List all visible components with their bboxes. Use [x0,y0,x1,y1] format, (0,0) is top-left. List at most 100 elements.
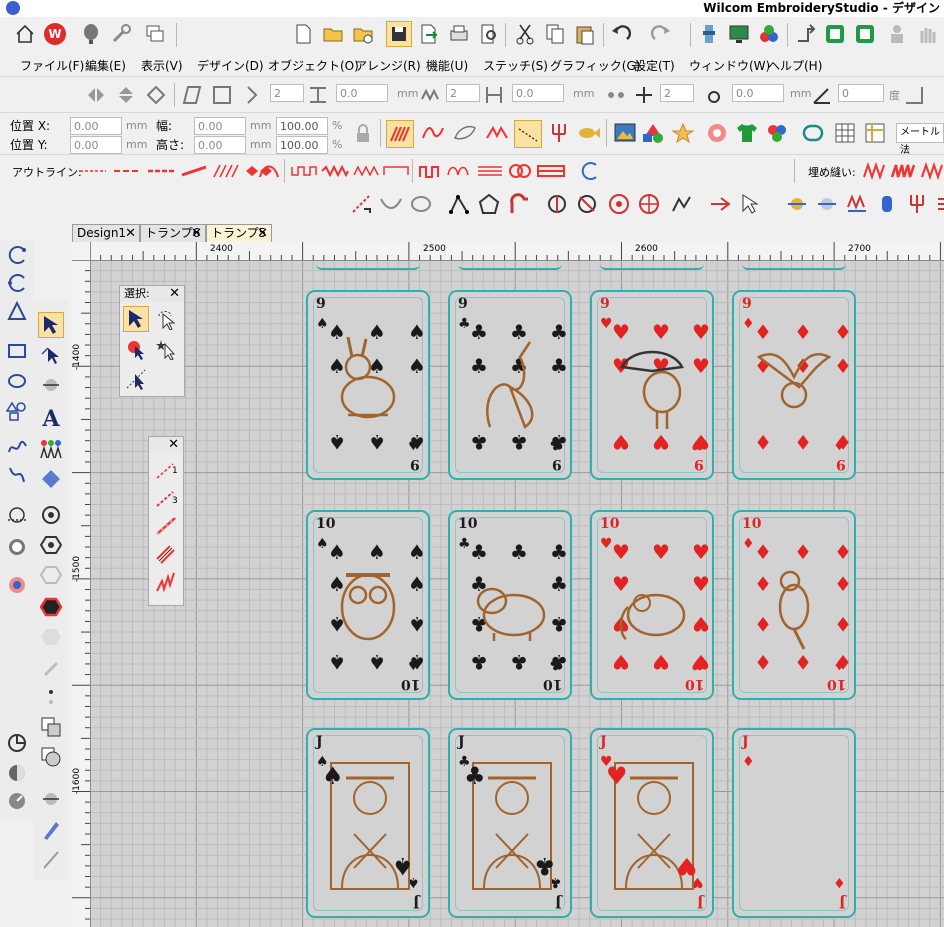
run-line-1-icon[interactable]: 1 [153,457,179,483]
green-import-icon[interactable] [852,21,878,47]
pos-y-field[interactable]: 0.00 [70,136,122,154]
balloon-icon[interactable] [78,21,104,47]
outline-styles-3[interactable] [418,163,568,179]
monogram-icon[interactable] [38,466,64,492]
save-icon[interactable] [386,21,412,47]
input-method-icon[interactable] [514,120,542,148]
menu-arrange[interactable]: アレンジ(R) [355,57,421,74]
menu-settings[interactable]: 設定(T) [634,57,675,74]
menu-design[interactable]: デザイン(D) [197,57,264,74]
cut-icon[interactable] [512,21,538,47]
pentagon-icon[interactable] [476,191,502,217]
color-wheel-icon[interactable] [4,572,30,598]
tab-toranpu5[interactable]: トランプ5 ✕ [206,224,272,242]
menu-window[interactable]: ウィンドウ(W) [689,57,770,74]
align-left-icon[interactable] [606,85,626,105]
menu-edit[interactable]: 編集(E) [85,57,126,74]
playing-card[interactable]: 10 ♥ 10 ♥ ♥ ♥ ♥ ♥ ♥ ♥ ♥ ♥ ♥ ♥ [590,510,714,700]
stitch-sim2-icon[interactable] [814,191,840,217]
machine-icon[interactable] [696,21,722,47]
curve-tool-icon[interactable] [378,191,404,217]
stitch-sim-icon[interactable] [784,191,810,217]
lock-proportions-icon[interactable] [350,121,376,147]
star-select-icon[interactable] [153,336,179,362]
leaf-shape-icon[interactable] [452,120,478,146]
pos-x-field[interactable]: 0.00 [70,117,122,135]
applique-icon[interactable] [4,502,30,528]
close-icon[interactable]: ✕ [168,437,179,453]
picture-icon[interactable] [612,120,638,146]
transfer-icon[interactable] [792,21,818,47]
playing-card[interactable]: 10 ♦ 10 ♦ ♦ ♦ ♦ ♦ ♦ ♦ ♦ ♦ ♦ ♦ [732,510,856,700]
menu-object[interactable]: オブジェクト(O) [268,57,359,74]
width-field[interactable]: 0.00 [194,117,246,135]
curve-input-2-icon[interactable] [4,270,30,296]
target-icon[interactable] [38,502,64,528]
freehand-2-icon[interactable] [4,462,30,488]
select-arrow-icon[interactable] [738,191,764,217]
close-icon[interactable]: ✕ [169,286,180,302]
scale-x-field[interactable]: 100.00 [276,117,328,135]
tatami-stitch-icon[interactable] [420,120,446,146]
tools-icon[interactable] [108,21,134,47]
curve-input-icon[interactable] [4,242,30,268]
rotate-icon[interactable] [146,85,166,105]
fill-styles[interactable] [862,161,944,181]
playing-card[interactable]: 10 ♠ 10 ♠ ♠ ♠ ♠ ♠ ♠ ♠ ♠ ♠ ♠ ♠ [306,510,430,700]
open-folder-icon[interactable] [320,21,346,47]
arch-stitch-icon[interactable] [258,161,280,181]
hand-icon[interactable] [914,21,940,47]
more-icon[interactable] [930,191,944,217]
open-recent-icon[interactable] [350,21,376,47]
close-icon[interactable]: ✕ [191,225,202,242]
circle-split-icon[interactable] [544,191,570,217]
transform-field-7[interactable]: 0 [838,84,884,102]
transform-field-5[interactable]: 2 [660,84,694,102]
stagger-icon[interactable] [242,85,262,105]
corner-icon[interactable] [904,85,924,105]
menu-graphic[interactable]: グラフィック(G) [550,57,640,74]
tab-design1[interactable]: Design1 ✕ [72,224,140,242]
playing-card[interactable]: 9 ♦ 9 ♦ ♦ ♦ ♦ ♦ ♦ ♦ ♦ ♦ ♦ [732,290,856,480]
color-balls-icon[interactable] [756,21,782,47]
redo-icon[interactable] [648,21,674,47]
reshape-tool-icon[interactable] [38,342,64,368]
zigzag-line-icon[interactable] [153,569,179,595]
polyline-icon[interactable] [446,191,472,217]
table-grid-icon[interactable] [862,120,888,146]
gear-arc-icon[interactable] [4,730,30,756]
close-icon[interactable]: ✕ [125,225,136,242]
radial-lines-icon[interactable] [636,191,662,217]
grid-icon[interactable] [832,120,858,146]
scale-y-field[interactable]: 100.00 [276,136,328,154]
zigzag-icon[interactable] [420,85,440,105]
lasso-select-icon[interactable] [153,306,179,332]
digitize-line-icon[interactable] [348,191,374,217]
needle-icon[interactable] [38,846,64,872]
fork2-icon[interactable] [904,191,930,217]
knife-icon[interactable] [38,654,64,680]
transform-field-4[interactable]: 0.0 [512,84,564,102]
arrow-shape-icon[interactable] [708,191,734,217]
run-line-3-icon[interactable]: 3 [153,485,179,511]
circle-cut-icon[interactable] [574,191,600,217]
stitch-player-icon[interactable] [38,786,64,812]
node-icon[interactable] [704,85,724,105]
gauge-icon[interactable] [4,788,30,814]
select-object-icon[interactable] [123,306,149,332]
skew-icon[interactable] [182,85,202,105]
paste-icon[interactable] [572,21,598,47]
height-field[interactable]: 0.00 [194,136,246,154]
spiral-icon[interactable] [580,161,602,181]
path-icon[interactable] [668,191,694,217]
angle-icon[interactable] [812,85,832,105]
menu-view[interactable]: 表示(V) [141,57,183,74]
green-export-icon[interactable] [822,21,848,47]
colorway-icon[interactable] [764,120,790,146]
hexagon-gray-icon[interactable] [38,624,64,650]
fork-icon[interactable] [546,120,572,146]
menu-help[interactable]: ヘルプ(H) [768,57,822,74]
measurement-select[interactable]: メートル法 [896,123,944,156]
color-select-icon[interactable] [123,336,149,362]
tab-toranpu6[interactable]: トランプ6 ✕ [140,224,206,242]
